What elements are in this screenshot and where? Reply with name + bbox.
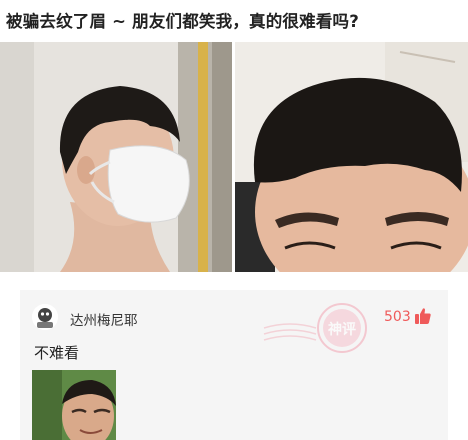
eyebrow-photo-illustration (235, 42, 468, 272)
stamp-icon: 神评 (263, 303, 367, 353)
comment-photo-illustration (32, 370, 116, 440)
post-photo-left[interactable] (0, 42, 232, 272)
post-photo-right[interactable] (235, 42, 468, 272)
post-title: 被骗去纹了眉 ~ 朋友们都笑我，真的很难看吗? (6, 12, 359, 31)
stamp-text: 神评 (328, 321, 356, 338)
profile-photo-illustration (0, 42, 232, 272)
thumbs-up-icon[interactable] (414, 307, 432, 325)
comment-photo[interactable] (32, 370, 116, 440)
comment-card: 达州梅尼耶 神评 503 不难看 (20, 290, 448, 440)
like-count: 503 (384, 309, 411, 325)
comment-username[interactable]: 达州梅尼耶 (70, 309, 138, 329)
comment-text: 不难看 (34, 344, 80, 362)
avatar-icon (32, 304, 58, 330)
avatar[interactable] (32, 304, 58, 330)
